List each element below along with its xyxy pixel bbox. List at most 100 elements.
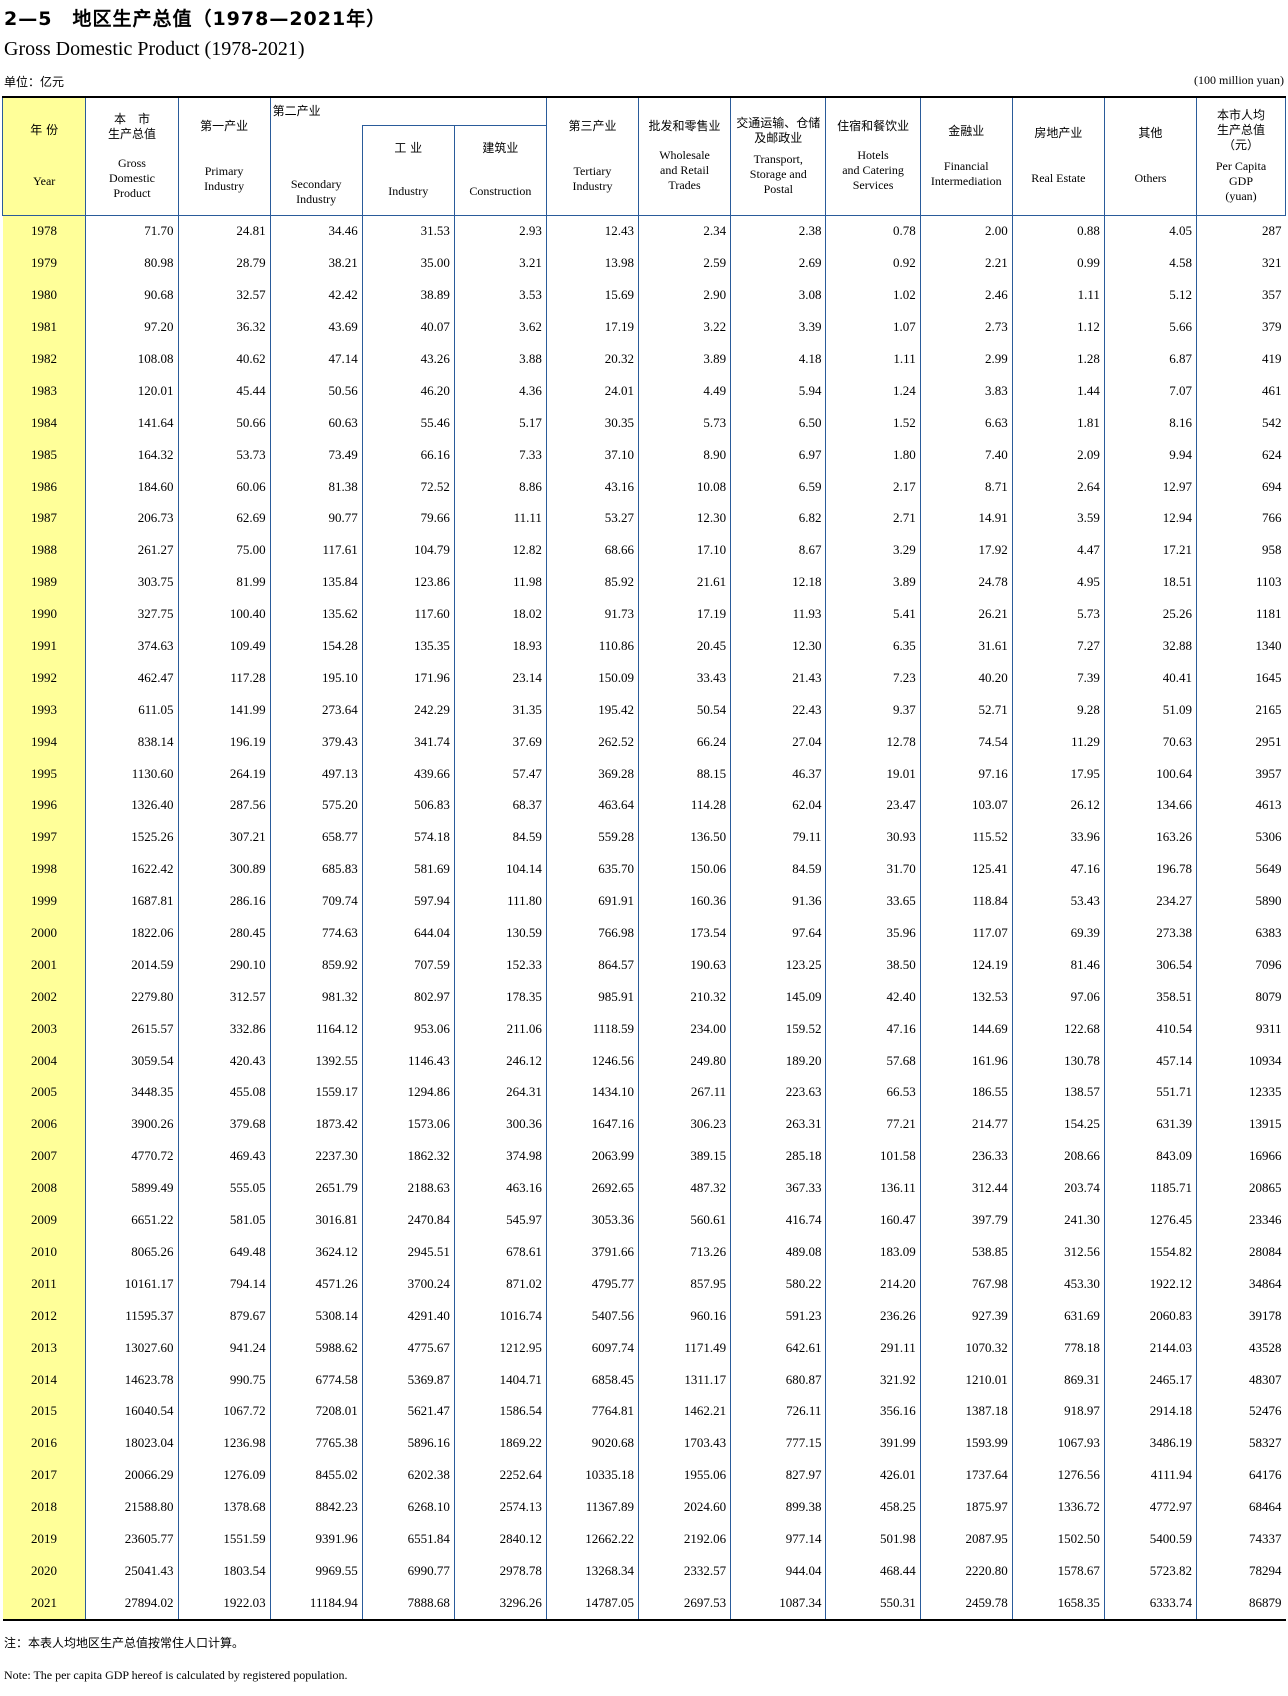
value-cell: 1.24 — [825, 374, 921, 407]
value-cell: 3.29 — [825, 534, 921, 567]
value-cell: 5400.59 — [1103, 1523, 1197, 1555]
value-cell: 678.61 — [453, 1236, 547, 1268]
value-cell: 17.19 — [637, 598, 731, 631]
value-cell: 944.04 — [730, 1554, 826, 1587]
value-cell: 109.49 — [177, 630, 271, 662]
value-cell: 2192.06 — [637, 1523, 731, 1555]
value-cell: 489.08 — [730, 1236, 826, 1268]
value-cell: 6774.58 — [269, 1363, 363, 1396]
value-cell: 899.38 — [730, 1491, 826, 1524]
year-cell: 2010 — [2, 1236, 86, 1268]
header-tertiary-cn: 第三产业 — [568, 118, 617, 133]
value-cell: 2.00 — [919, 215, 1013, 248]
value-cell: 542 — [1195, 406, 1286, 439]
value-cell: 1.02 — [825, 279, 921, 312]
value-cell: 5.41 — [825, 598, 921, 631]
value-cell: 1.44 — [1011, 374, 1105, 407]
value-cell: 33.43 — [637, 661, 731, 694]
value-cell: 97.06 — [1011, 980, 1105, 1013]
value-cell: 17.92 — [919, 534, 1013, 567]
value-cell: 1593.99 — [919, 1427, 1013, 1460]
value-cell: 2024.60 — [637, 1491, 731, 1524]
value-cell: 1130.60 — [85, 757, 179, 790]
value-cell: 1.07 — [825, 311, 921, 344]
value-cell: 12.18 — [730, 566, 826, 599]
value-cell: 2.17 — [825, 470, 921, 503]
value-cell: 45.44 — [177, 374, 271, 407]
value-cell: 332.86 — [177, 1012, 271, 1045]
value-cell: 7096 — [1195, 948, 1286, 981]
value-cell: 196.19 — [177, 725, 271, 758]
value-cell: 1645 — [1195, 661, 1286, 694]
value-cell: 2.09 — [1011, 438, 1105, 471]
value-cell: 24.81 — [177, 215, 271, 248]
value-cell: 27.04 — [730, 725, 826, 758]
year-cell: 2007 — [2, 1140, 86, 1173]
value-cell: 2465.17 — [1103, 1363, 1197, 1396]
value-cell: 555.05 — [177, 1172, 271, 1205]
value-cell: 20.45 — [637, 630, 731, 662]
value-cell: 206.73 — [85, 502, 179, 535]
value-cell: 190.63 — [637, 948, 731, 981]
value-cell: 5649 — [1195, 853, 1286, 886]
value-cell: 52476 — [1195, 1395, 1286, 1428]
value-cell: 13268.34 — [545, 1554, 639, 1587]
year-cell: 1999 — [2, 885, 86, 918]
value-cell: 581.05 — [177, 1204, 271, 1236]
value-cell: 1922.03 — [177, 1586, 271, 1621]
value-cell: 9311 — [1195, 1012, 1286, 1045]
value-cell: 2978.78 — [453, 1554, 547, 1587]
value-cell: 0.92 — [825, 247, 921, 280]
value-cell: 4613 — [1195, 789, 1286, 822]
value-cell: 3053.36 — [545, 1204, 639, 1236]
year-cell: 2020 — [2, 1554, 86, 1587]
value-cell: 11367.89 — [545, 1491, 639, 1524]
table-row: 2011 10161.17 794.14 4571.26 3700.24 871.02 47… — [2, 1267, 1286, 1300]
value-cell: 46.37 — [730, 757, 826, 790]
value-cell: 20865 — [1195, 1172, 1286, 1205]
year-cell: 2003 — [2, 1012, 86, 1045]
value-cell: 374.63 — [85, 630, 179, 662]
value-cell: 11595.37 — [85, 1299, 179, 1332]
value-cell: 68464 — [1195, 1491, 1286, 1524]
table-row: 1998 1622.42 300.89 685.83 581.69 104.14 635.7… — [2, 853, 1286, 886]
value-cell: 7.23 — [825, 661, 921, 694]
value-cell: 84.59 — [730, 853, 826, 886]
value-cell: 262.52 — [545, 725, 639, 758]
table-row: 2010 8065.26 649.48 3624.12 2945.51 678.61 379… — [2, 1236, 1286, 1268]
table-row: 1984 141.64 50.66 60.63 55.46 5.17 30.35 5.73 6.… — [2, 406, 1286, 439]
year-cell: 2015 — [2, 1395, 86, 1428]
value-cell: 3.59 — [1011, 502, 1105, 535]
value-cell: 458.25 — [825, 1491, 921, 1524]
value-cell: 1554.82 — [1103, 1236, 1197, 1268]
table-row: 1997 1525.26 307.21 658.77 574.18 84.59 559.28… — [2, 821, 1286, 854]
value-cell: 1016.74 — [453, 1299, 547, 1332]
value-cell: 40.20 — [919, 661, 1013, 694]
value-cell: 5890 — [1195, 885, 1286, 918]
value-cell: 264.19 — [177, 757, 271, 790]
value-cell: 4.49 — [637, 374, 731, 407]
value-cell: 3296.26 — [453, 1586, 547, 1621]
value-cell: 111.80 — [453, 885, 547, 918]
value-cell: 84.59 — [453, 821, 547, 854]
value-cell: 81.99 — [177, 566, 271, 599]
header-transport-en: Transport, Storage and Postal — [749, 151, 807, 196]
value-cell: 64176 — [1195, 1459, 1286, 1492]
value-cell: 3.53 — [453, 279, 547, 312]
value-cell: 2840.12 — [453, 1523, 547, 1555]
header-hotels-en: Hotels and Catering Services — [842, 148, 904, 193]
table-row: 1999 1687.81 286.16 709.74 597.94 111.80 691.9… — [2, 885, 1286, 918]
value-cell: 2.64 — [1011, 470, 1105, 503]
value-cell: 31.35 — [453, 693, 547, 726]
value-cell: 468.44 — [825, 1554, 921, 1587]
value-cell: 2.71 — [825, 502, 921, 535]
value-cell: 51.09 — [1103, 693, 1197, 726]
value-cell: 3.88 — [453, 343, 547, 375]
value-cell: 3448.35 — [85, 1076, 179, 1109]
value-cell: 184.60 — [85, 470, 179, 503]
value-cell: 1212.95 — [453, 1331, 547, 1364]
value-cell: 97.20 — [85, 311, 179, 344]
value-cell: 34864 — [1195, 1267, 1286, 1300]
value-cell: 154.28 — [269, 630, 363, 662]
table-row: 2012 11595.37 879.67 5308.14 4291.40 1016.74 5… — [2, 1299, 1286, 1332]
